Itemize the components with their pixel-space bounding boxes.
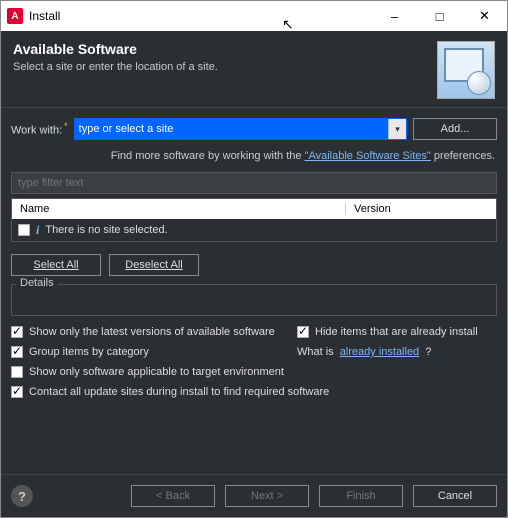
selection-buttons: Select All Deselect All [11, 254, 497, 276]
close-button[interactable]: ✕ [462, 1, 507, 31]
col-name[interactable]: Name [12, 203, 346, 215]
work-with-combo[interactable]: ▾ [74, 118, 407, 140]
group-label: Group items by category [29, 346, 149, 358]
window-title: Install [29, 9, 372, 23]
filter-input[interactable] [11, 172, 497, 194]
software-table: Name Version i There is no site selected… [11, 198, 497, 242]
latest-checkbox[interactable] [11, 326, 23, 338]
opt-latest: Show only the latest versions of availab… [11, 326, 287, 338]
header-image-icon [437, 41, 495, 99]
work-with-label: Work with:* [11, 121, 68, 137]
minimize-button[interactable]: – [372, 1, 417, 31]
what-is-installed: What is already installed? [297, 346, 497, 358]
already-installed-link[interactable]: already installed [340, 346, 420, 358]
hint-suffix: preferences. [431, 150, 495, 162]
whatis-prefix: What is [297, 346, 334, 358]
hint-prefix: Find more software by working with the [111, 150, 305, 162]
cancel-button[interactable]: Cancel [413, 485, 497, 507]
header-subtitle: Select a site or enter the location of a… [13, 61, 429, 73]
empty-message: There is no site selected. [45, 224, 167, 236]
opt-contact: Contact all update sites during install … [11, 386, 497, 398]
help-icon[interactable]: ? [11, 485, 33, 507]
col-version[interactable]: Version [346, 203, 496, 215]
group-checkbox[interactable] [11, 346, 23, 358]
maximize-button[interactable]: □ [417, 1, 462, 31]
work-with-input[interactable] [75, 119, 388, 139]
table-row: i There is no site selected. [12, 219, 496, 241]
sites-hint: Find more software by working with the "… [11, 146, 497, 172]
applicable-checkbox[interactable] [11, 366, 23, 378]
opt-group: Group items by category [11, 346, 287, 358]
deselect-all-button[interactable]: Deselect All [109, 254, 199, 276]
back-button[interactable]: < Back [131, 485, 215, 507]
install-window: ↖ A Install – □ ✕ Available Software Sel… [0, 0, 508, 518]
chevron-down-icon[interactable]: ▾ [388, 119, 406, 139]
header-title: Available Software [13, 41, 429, 57]
available-sites-link[interactable]: "Available Software Sites" [305, 150, 431, 162]
row-checkbox[interactable] [18, 224, 30, 236]
details-legend: Details [16, 277, 58, 289]
content-area: Work with:* ▾ Add... Find more software … [1, 108, 507, 474]
table-header: Name Version [12, 199, 496, 219]
options-grid: Show only the latest versions of availab… [11, 326, 497, 398]
whatis-suffix: ? [425, 346, 431, 358]
add-button[interactable]: Add... [413, 118, 497, 140]
window-controls: – □ ✕ [372, 1, 507, 31]
select-all-button[interactable]: Select All [11, 254, 101, 276]
footer: ? < Back Next > Finish Cancel [1, 474, 507, 517]
opt-hide: Hide items that are already install [297, 326, 497, 338]
titlebar: A Install – □ ✕ [1, 1, 507, 31]
dialog-header: Available Software Select a site or ente… [1, 31, 507, 108]
latest-label: Show only the latest versions of availab… [29, 326, 275, 338]
work-with-row: Work with:* ▾ Add... [11, 118, 497, 140]
hide-checkbox[interactable] [297, 326, 309, 338]
details-fieldset: Details [11, 284, 497, 316]
applicable-label: Show only software applicable to target … [29, 366, 284, 378]
opt-applicable: Show only software applicable to target … [11, 366, 497, 378]
contact-label: Contact all update sites during install … [29, 386, 329, 398]
hide-label: Hide items that are already install [315, 326, 478, 338]
app-icon: A [7, 8, 23, 24]
contact-checkbox[interactable] [11, 386, 23, 398]
info-icon: i [36, 223, 39, 238]
finish-button[interactable]: Finish [319, 485, 403, 507]
next-button[interactable]: Next > [225, 485, 309, 507]
